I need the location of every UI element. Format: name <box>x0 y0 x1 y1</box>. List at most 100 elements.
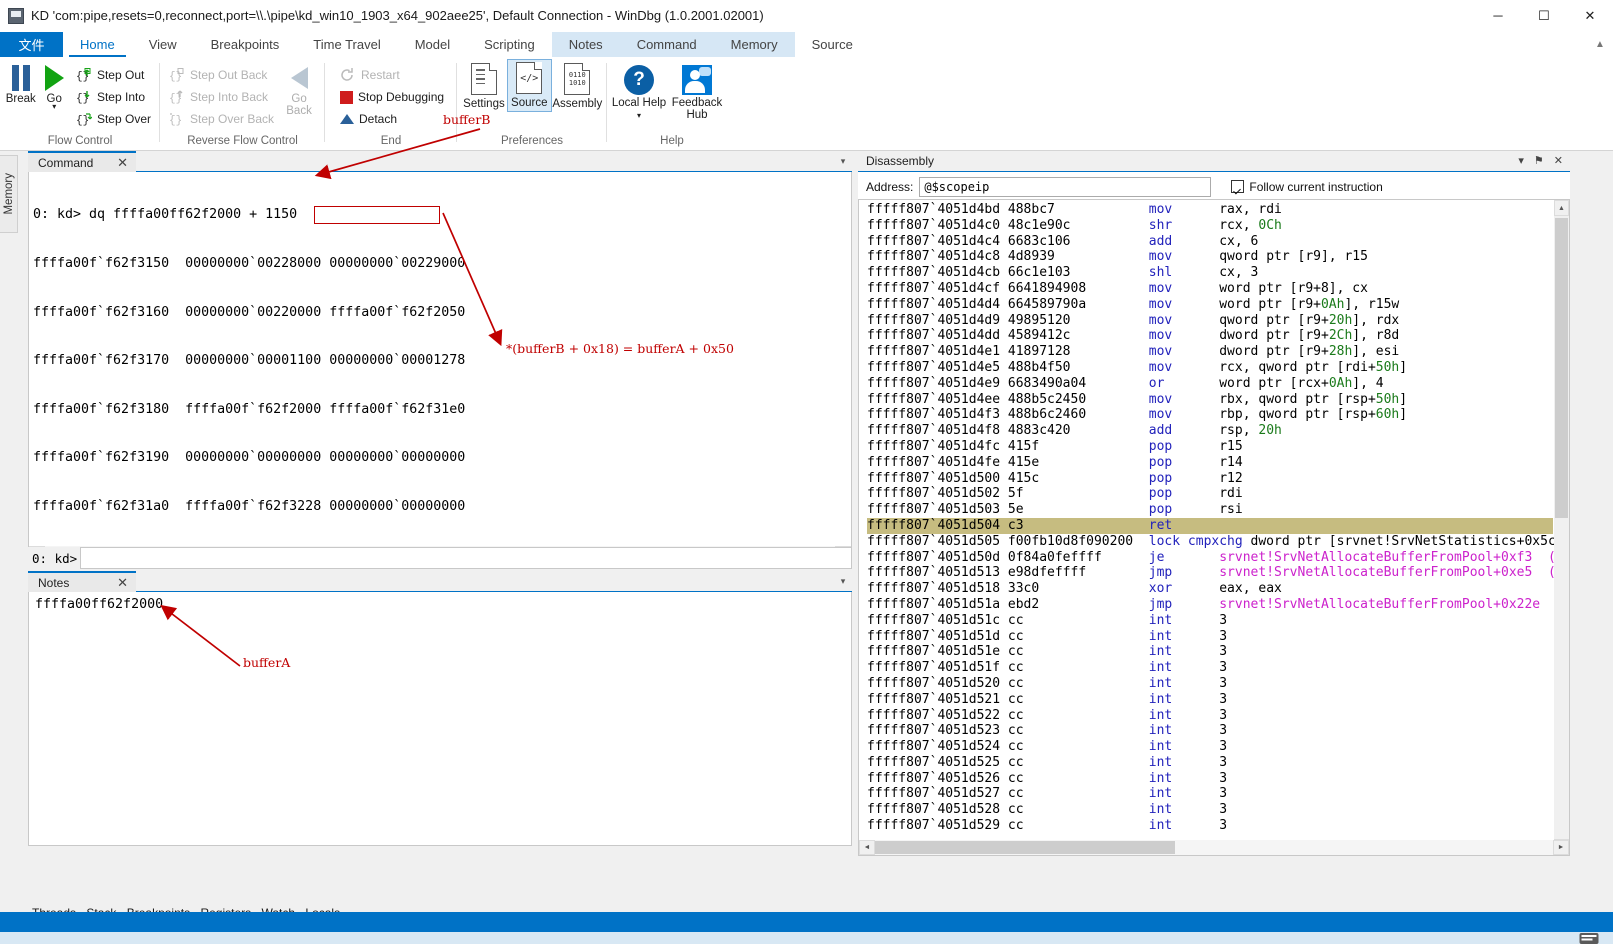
disassembly-row[interactable]: fffff807`4051d51d cc int 3 <box>867 629 1553 645</box>
disassembly-row[interactable]: fffff807`4051d500 415c pop r12 <box>867 471 1553 487</box>
scroll-left-icon[interactable]: ◄ <box>859 840 875 855</box>
go-button[interactable]: Go ▾ <box>37 61 70 111</box>
settings-button[interactable]: Settings <box>461 59 507 110</box>
local-help-button[interactable]: ? Local Help ▾ <box>611 61 667 121</box>
disassembly-row[interactable]: fffff807`4051d525 cc int 3 <box>867 755 1553 771</box>
go-back-button[interactable]: Go Back <box>279 61 319 117</box>
close-button[interactable]: ✕ <box>1567 0 1613 32</box>
disassembly-row[interactable]: fffff807`4051d528 cc int 3 <box>867 802 1553 818</box>
command-output-area[interactable]: 0: kd> dq ffffa00ff62f2000 + 1150 ffffa0… <box>28 172 852 562</box>
ribbon-tab-breakpoints[interactable]: Breakpoints <box>194 32 297 57</box>
ribbon-tab-view[interactable]: View <box>132 32 194 57</box>
pin-icon[interactable]: ⚑ <box>1534 155 1544 167</box>
feedback-hub-button[interactable]: Feedback Hub <box>667 61 727 121</box>
chevron-down-icon[interactable]: ▾ <box>834 571 852 592</box>
disassembly-listing[interactable]: fffff807`4051d4bd 488bc7 mov rax, rdi fff… <box>858 199 1570 856</box>
hscroll-track[interactable] <box>875 840 1553 855</box>
disassembly-row[interactable]: fffff807`4051d522 cc int 3 <box>867 708 1553 724</box>
disassembly-row[interactable]: fffff807`4051d4e1 41897128 mov dword ptr… <box>867 344 1553 360</box>
close-icon[interactable]: ✕ <box>1554 155 1563 167</box>
disassembly-row[interactable]: fffff807`4051d505 f00fb10d8f090200 lock … <box>867 534 1556 550</box>
disassembly-row[interactable]: fffff807`4051d4d9 49895120 mov qword ptr… <box>867 313 1553 329</box>
ribbon-tab-home[interactable]: Home <box>63 32 132 57</box>
disassembly-row[interactable]: fffff807`4051d518 33c0 xor eax, eax <box>867 581 1553 597</box>
chevron-down-icon[interactable]: ▾ <box>834 151 852 172</box>
disassembly-row[interactable]: fffff807`4051d4c0 48c1e90c shr rcx, 0Ch <box>867 218 1553 234</box>
step-over-back-button[interactable]: {} Step Over Back <box>164 108 279 130</box>
disassembly-hscrollbar[interactable]: ◄ ► <box>859 840 1569 855</box>
disassembly-row[interactable]: fffff807`4051d4c4 6683c106 add cx, 6 <box>867 234 1553 250</box>
disassembly-row[interactable]: fffff807`4051d51e cc int 3 <box>867 644 1553 660</box>
disassembly-row[interactable]: fffff807`4051d4cb 66c1e103 shl cx, 3 <box>867 265 1553 281</box>
ribbon-tab-scripting[interactable]: Scripting <box>467 32 552 57</box>
disassembly-row[interactable]: fffff807`4051d526 cc int 3 <box>867 771 1553 787</box>
hscroll-thumb[interactable] <box>875 841 1175 854</box>
disassembly-row[interactable]: fffff807`4051d4fc 415f pop r15 <box>867 439 1553 455</box>
command-prompt-row: 0: kd> <box>28 547 852 569</box>
scroll-right-icon[interactable]: ► <box>1553 840 1569 855</box>
disassembly-row[interactable]: fffff807`4051d4fe 415e pop r14 <box>867 455 1553 471</box>
disassembly-row[interactable]: fffff807`4051d50d 0f84a0feffff je srvnet… <box>867 550 1569 566</box>
tab-notes[interactable]: Notes ✕ <box>28 571 136 592</box>
ribbon-tab-notes[interactable]: Notes <box>551 32 620 57</box>
close-icon[interactable]: ✕ <box>103 156 128 169</box>
maximize-button[interactable]: ☐ <box>1521 0 1567 32</box>
source-button[interactable]: </> Source <box>506 59 552 113</box>
disassembly-row[interactable]: fffff807`4051d4e5 488b4f50 mov rcx, qwor… <box>867 360 1553 376</box>
disassembly-row[interactable]: fffff807`4051d4e9 6683490a04 or word ptr… <box>867 376 1553 392</box>
break-button[interactable]: Break <box>4 61 37 105</box>
disassembly-row[interactable]: fffff807`4051d504 c3 ret <box>867 517 1553 534</box>
step-over-button[interactable]: {} Step Over <box>71 108 156 130</box>
ribbon-tab-source[interactable]: Source <box>795 32 870 57</box>
detach-button[interactable]: Detach <box>335 108 449 130</box>
disassembly-row[interactable]: fffff807`4051d503 5e pop rsi <box>867 502 1553 518</box>
disassembly-row[interactable]: fffff807`4051d513 e98dfeffff jmp srvnet!… <box>867 565 1569 581</box>
close-icon[interactable]: ✕ <box>103 576 128 589</box>
tab-command[interactable]: Command ✕ <box>28 151 136 172</box>
notes-edit-area[interactable]: ffffa00ff62f2000 <box>28 592 852 846</box>
follow-current-instruction-checkbox[interactable]: Follow current instruction <box>1231 180 1383 194</box>
disassembly-row[interactable]: fffff807`4051d520 cc int 3 <box>867 676 1553 692</box>
disassembly-row[interactable]: fffff807`4051d4f3 488b6c2460 mov rbp, qw… <box>867 407 1553 423</box>
disassembly-row[interactable]: fffff807`4051d4cf 6641894908 mov word pt… <box>867 281 1553 297</box>
vscroll-thumb[interactable] <box>1555 218 1568 518</box>
ribbon-tab-model[interactable]: Model <box>398 32 467 57</box>
ribbon-collapse-icon[interactable]: ▲ <box>1587 32 1613 57</box>
disassembly-row[interactable]: fffff807`4051d523 cc int 3 <box>867 723 1553 739</box>
disassembly-row[interactable]: fffff807`4051d502 5f pop rdi <box>867 486 1553 502</box>
disassembly-row[interactable]: fffff807`4051d529 cc int 3 <box>867 818 1553 834</box>
scroll-up-icon[interactable]: ▲ <box>1554 200 1569 216</box>
restart-button[interactable]: Restart <box>335 64 449 86</box>
disassembly-row[interactable]: fffff807`4051d4f8 4883c420 add rsp, 20h <box>867 423 1553 439</box>
disassembly-row[interactable]: fffff807`4051d51f cc int 3 <box>867 660 1553 676</box>
disassembly-row[interactable]: fffff807`4051d4bd 488bc7 mov rax, rdi <box>867 202 1553 218</box>
step-into-button[interactable]: {} Step Into <box>71 86 156 108</box>
disassembly-vscrollbar[interactable]: ▲ ▼ <box>1554 200 1569 855</box>
disassembly-row[interactable]: fffff807`4051d51c cc int 3 <box>867 613 1553 629</box>
ribbon-tab-memory[interactable]: Memory <box>713 32 795 57</box>
step-out-back-button[interactable]: {} Step Out Back <box>164 64 279 86</box>
step-into-back-button[interactable]: {} Step Into Back <box>164 86 279 108</box>
disassembly-row[interactable]: fffff807`4051d4dd 4589412c mov dword ptr… <box>867 328 1553 344</box>
sidebar-item-memory[interactable]: Memory <box>0 155 18 233</box>
disassembly-row[interactable]: fffff807`4051d4c8 4d8939 mov qword ptr [… <box>867 249 1553 265</box>
chevron-down-icon[interactable]: ▾ <box>1518 155 1524 167</box>
disassembly-row[interactable]: fffff807`4051d521 cc int 3 <box>867 692 1553 708</box>
command-input[interactable] <box>80 547 852 569</box>
stop-debugging-button[interactable]: Stop Debugging <box>335 86 449 108</box>
disassembly-row[interactable]: fffff807`4051d4d4 664589790a mov word pt… <box>867 297 1553 313</box>
ribbon-tab-time-travel[interactable]: Time Travel <box>296 32 397 57</box>
disassembly-row[interactable]: fffff807`4051d527 cc int 3 <box>867 786 1553 802</box>
local-help-dropdown-icon[interactable]: ▾ <box>637 111 641 120</box>
assembly-button[interactable]: 0110 1010 Assembly <box>552 59 603 110</box>
disassembly-row[interactable]: fffff807`4051d4ee 488b5c2450 mov rbx, qw… <box>867 392 1553 408</box>
ribbon-tab-file[interactable]: 文件 <box>0 32 63 57</box>
step-out-button[interactable]: {} Step Out <box>71 64 156 86</box>
disassembly-row[interactable]: fffff807`4051d51a ebd2 jmp srvnet!SrvNet… <box>867 597 1569 613</box>
disassembly-row[interactable]: fffff807`4051d524 cc int 3 <box>867 739 1553 755</box>
minimize-button[interactable]: ─ <box>1475 0 1521 32</box>
address-input[interactable] <box>919 176 1212 197</box>
go-dropdown-icon[interactable]: ▾ <box>52 102 56 111</box>
ribbon-tab-command[interactable]: Command <box>619 32 714 57</box>
checkbox-icon[interactable] <box>1231 180 1245 193</box>
